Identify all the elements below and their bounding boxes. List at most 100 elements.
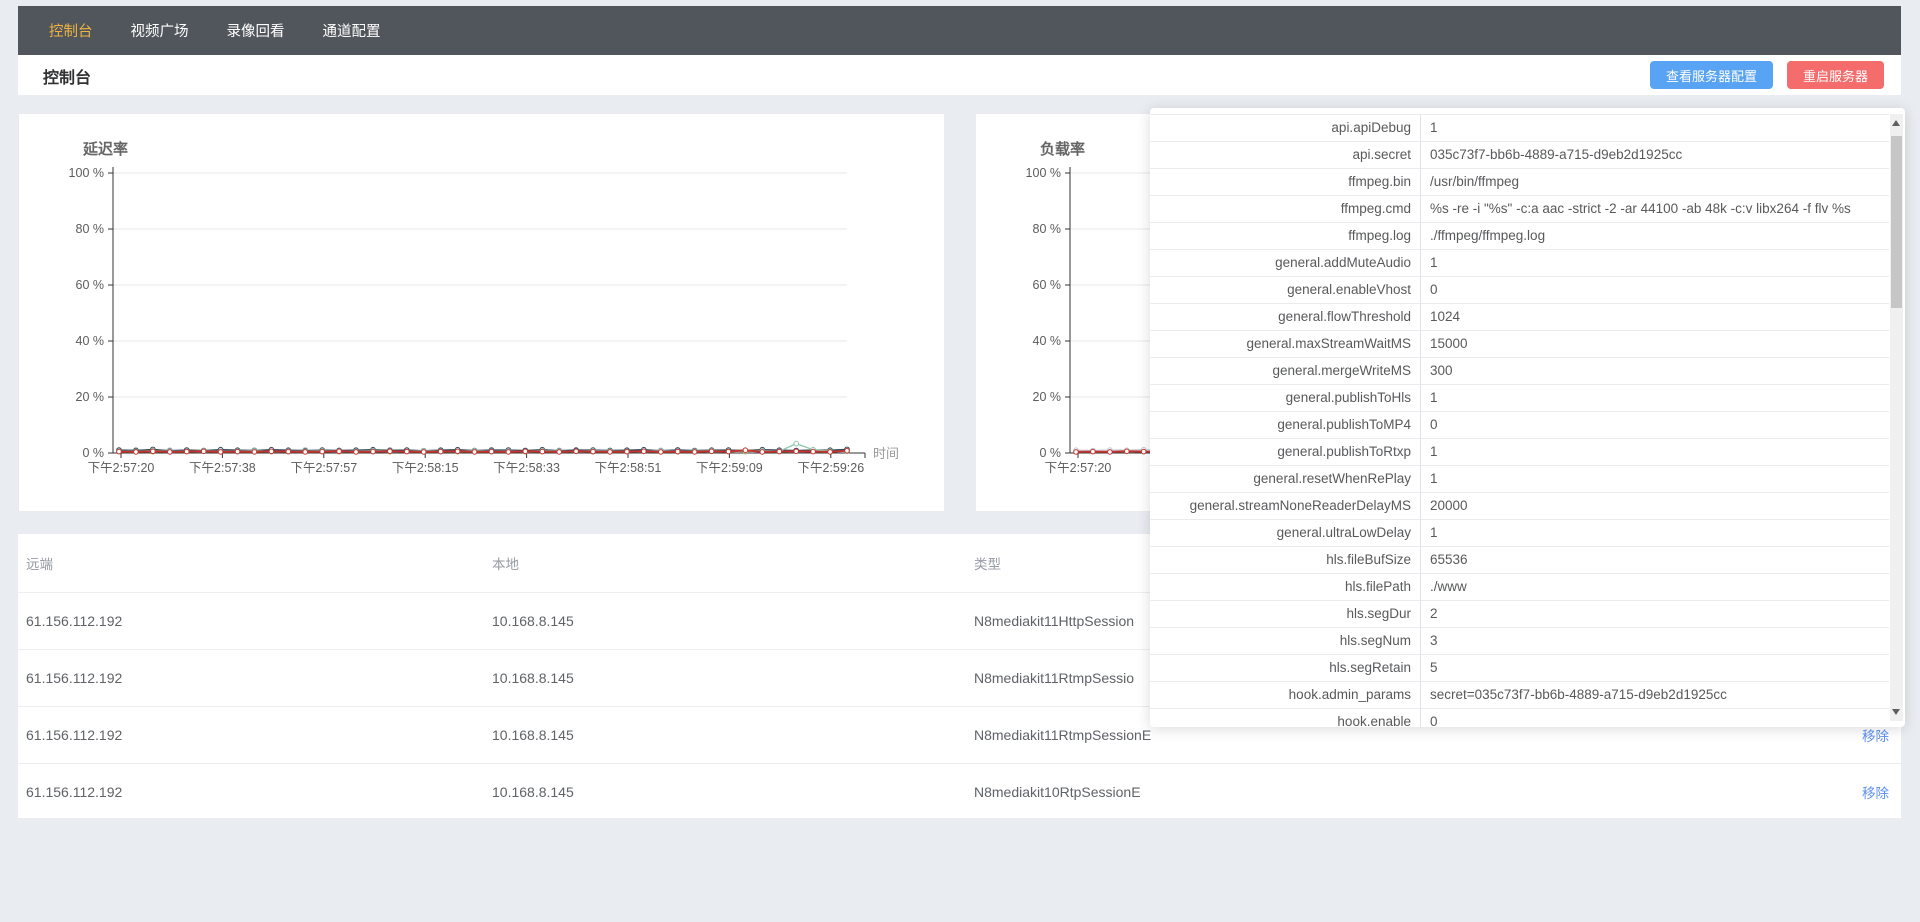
col-header-local: 本地 (484, 553, 966, 573)
svg-text:40 %: 40 % (1033, 334, 1062, 348)
server-config-popup: api.apiDebug1api.secret035c73f7-bb6b-488… (1150, 108, 1905, 727)
view-server-config-button[interactable]: 查看服务器配置 (1650, 61, 1773, 89)
config-row: ffmpeg.cmd%s -re -i "%s" -c:a aac -stric… (1150, 196, 1889, 223)
cell-type: N8mediakit11RtmpSessionE (966, 727, 1666, 743)
config-value: secret=035c73f7-bb6b-4889-a715-d9eb2d192… (1421, 682, 1889, 708)
scroll-down-icon[interactable] (1892, 709, 1900, 715)
svg-text:100 %: 100 % (69, 166, 104, 180)
svg-text:20 %: 20 % (1033, 390, 1062, 404)
remove-link[interactable]: 移除 (1862, 729, 1889, 744)
latency-chart-panel: 延迟率100 %80 %60 %40 %20 %0 %下午2:57:20下午2:… (18, 113, 945, 512)
config-value: 1024 (1421, 304, 1889, 330)
config-key: general.maxStreamWaitMS (1150, 331, 1421, 357)
config-value: ./ffmpeg/ffmpeg.log (1421, 223, 1889, 249)
title-bar: 控制台 查看服务器配置 重启服务器 (18, 55, 1901, 95)
config-value: /usr/bin/ffmpeg (1421, 169, 1889, 195)
config-row: general.streamNoneReaderDelayMS20000 (1150, 493, 1889, 520)
tab-video-square[interactable]: 视频广场 (114, 6, 206, 55)
cell-local: 10.168.8.145 (484, 670, 966, 686)
config-value: 1 (1421, 520, 1889, 546)
config-value: 1 (1421, 250, 1889, 276)
config-row: ffmpeg.bin/usr/bin/ffmpeg (1150, 169, 1889, 196)
tab-playback[interactable]: 录像回看 (210, 6, 302, 55)
config-value: 20000 (1421, 493, 1889, 519)
config-key: hook.enable (1150, 709, 1421, 727)
config-key: hls.segNum (1150, 628, 1421, 654)
cell-remote: 61.156.112.192 (18, 613, 484, 629)
cell-local: 10.168.8.145 (484, 613, 966, 629)
page-title: 控制台 (43, 64, 91, 88)
config-key: ffmpeg.cmd (1150, 196, 1421, 222)
svg-text:60 %: 60 % (76, 278, 105, 292)
config-key: general.publishToHls (1150, 385, 1421, 411)
header-buttons: 查看服务器配置 重启服务器 (1650, 61, 1884, 89)
svg-text:下午2:57:38: 下午2:57:38 (189, 461, 256, 475)
config-row: general.flowThreshold1024 (1150, 304, 1889, 331)
config-value: 1 (1421, 385, 1889, 411)
config-value: 0 (1421, 277, 1889, 303)
config-row: general.publishToHls1 (1150, 385, 1889, 412)
config-row: hls.fileBufSize65536 (1150, 547, 1889, 574)
cell-type: N8mediakit10RtpSessionE (966, 784, 1666, 800)
svg-text:负载率: 负载率 (1040, 140, 1085, 158)
console-page: 控制台 视频广场 录像回看 通道配置 控制台 查看服务器配置 重启服务器 延迟率… (0, 0, 1920, 922)
cell-remote: 61.156.112.192 (18, 784, 484, 800)
svg-text:0 %: 0 % (1039, 446, 1061, 460)
config-row: hls.segRetain5 (1150, 655, 1889, 682)
config-value: 0 (1421, 709, 1889, 727)
config-value: 0 (1421, 412, 1889, 438)
remove-link[interactable]: 移除 (1862, 786, 1889, 801)
config-key: hls.filePath (1150, 574, 1421, 600)
col-header-remote: 远端 (18, 553, 484, 573)
config-value: 3 (1421, 628, 1889, 654)
restart-server-button[interactable]: 重启服务器 (1787, 61, 1884, 89)
config-row: general.enableVhost0 (1150, 277, 1889, 304)
config-row: hls.segNum3 (1150, 628, 1889, 655)
config-key: hls.segRetain (1150, 655, 1421, 681)
config-value: 035c73f7-bb6b-4889-a715-d9eb2d1925cc (1421, 142, 1889, 168)
config-key: general.resetWhenRePlay (1150, 466, 1421, 492)
config-key: ffmpeg.bin (1150, 169, 1421, 195)
top-nav: 控制台 视频广场 录像回看 通道配置 (18, 6, 1901, 55)
config-key: general.publishToRtxp (1150, 439, 1421, 465)
config-key: general.publishToMP4 (1150, 412, 1421, 438)
svg-text:100 %: 100 % (1026, 166, 1061, 180)
scrollbar-thumb[interactable] (1891, 136, 1902, 308)
config-value: ./www (1421, 574, 1889, 600)
config-row: general.resetWhenRePlay1 (1150, 466, 1889, 493)
tab-channel-config[interactable]: 通道配置 (306, 6, 398, 55)
config-value: 65536 (1421, 547, 1889, 573)
config-value: 1 (1421, 115, 1889, 141)
svg-text:时间: 时间 (873, 446, 899, 461)
cell-local: 10.168.8.145 (484, 727, 966, 743)
config-row: api.apiDebug1 (1150, 114, 1889, 142)
config-key: hls.fileBufSize (1150, 547, 1421, 573)
scroll-up-icon[interactable] (1892, 120, 1900, 126)
config-key: general.ultraLowDelay (1150, 520, 1421, 546)
popup-scrollbar[interactable] (1890, 114, 1903, 721)
config-value: %s -re -i "%s" -c:a aac -strict -2 -ar 4… (1421, 196, 1889, 222)
config-row: ffmpeg.log./ffmpeg/ffmpeg.log (1150, 223, 1889, 250)
svg-text:下午2:57:20: 下午2:57:20 (1045, 461, 1112, 475)
config-list: api.apiDebug1api.secret035c73f7-bb6b-488… (1150, 114, 1889, 727)
config-key: general.flowThreshold (1150, 304, 1421, 330)
svg-text:80 %: 80 % (76, 222, 105, 236)
config-value: 300 (1421, 358, 1889, 384)
config-row: hls.filePath./www (1150, 574, 1889, 601)
svg-text:下午2:59:26: 下午2:59:26 (797, 461, 864, 475)
config-value: 15000 (1421, 331, 1889, 357)
tab-console[interactable]: 控制台 (32, 6, 110, 55)
cell-remote: 61.156.112.192 (18, 727, 484, 743)
svg-text:下午2:57:57: 下午2:57:57 (290, 461, 357, 475)
config-value: 5 (1421, 655, 1889, 681)
config-row: general.maxStreamWaitMS15000 (1150, 331, 1889, 358)
config-row: api.secret035c73f7-bb6b-4889-a715-d9eb2d… (1150, 142, 1889, 169)
config-row: general.publishToRtxp1 (1150, 439, 1889, 466)
config-row: general.ultraLowDelay1 (1150, 520, 1889, 547)
config-row: hook.enable0 (1150, 709, 1889, 727)
config-value: 1 (1421, 466, 1889, 492)
config-row: general.publishToMP40 (1150, 412, 1889, 439)
svg-text:40 %: 40 % (76, 334, 105, 348)
svg-text:80 %: 80 % (1033, 222, 1062, 236)
config-key: hook.admin_params (1150, 682, 1421, 708)
